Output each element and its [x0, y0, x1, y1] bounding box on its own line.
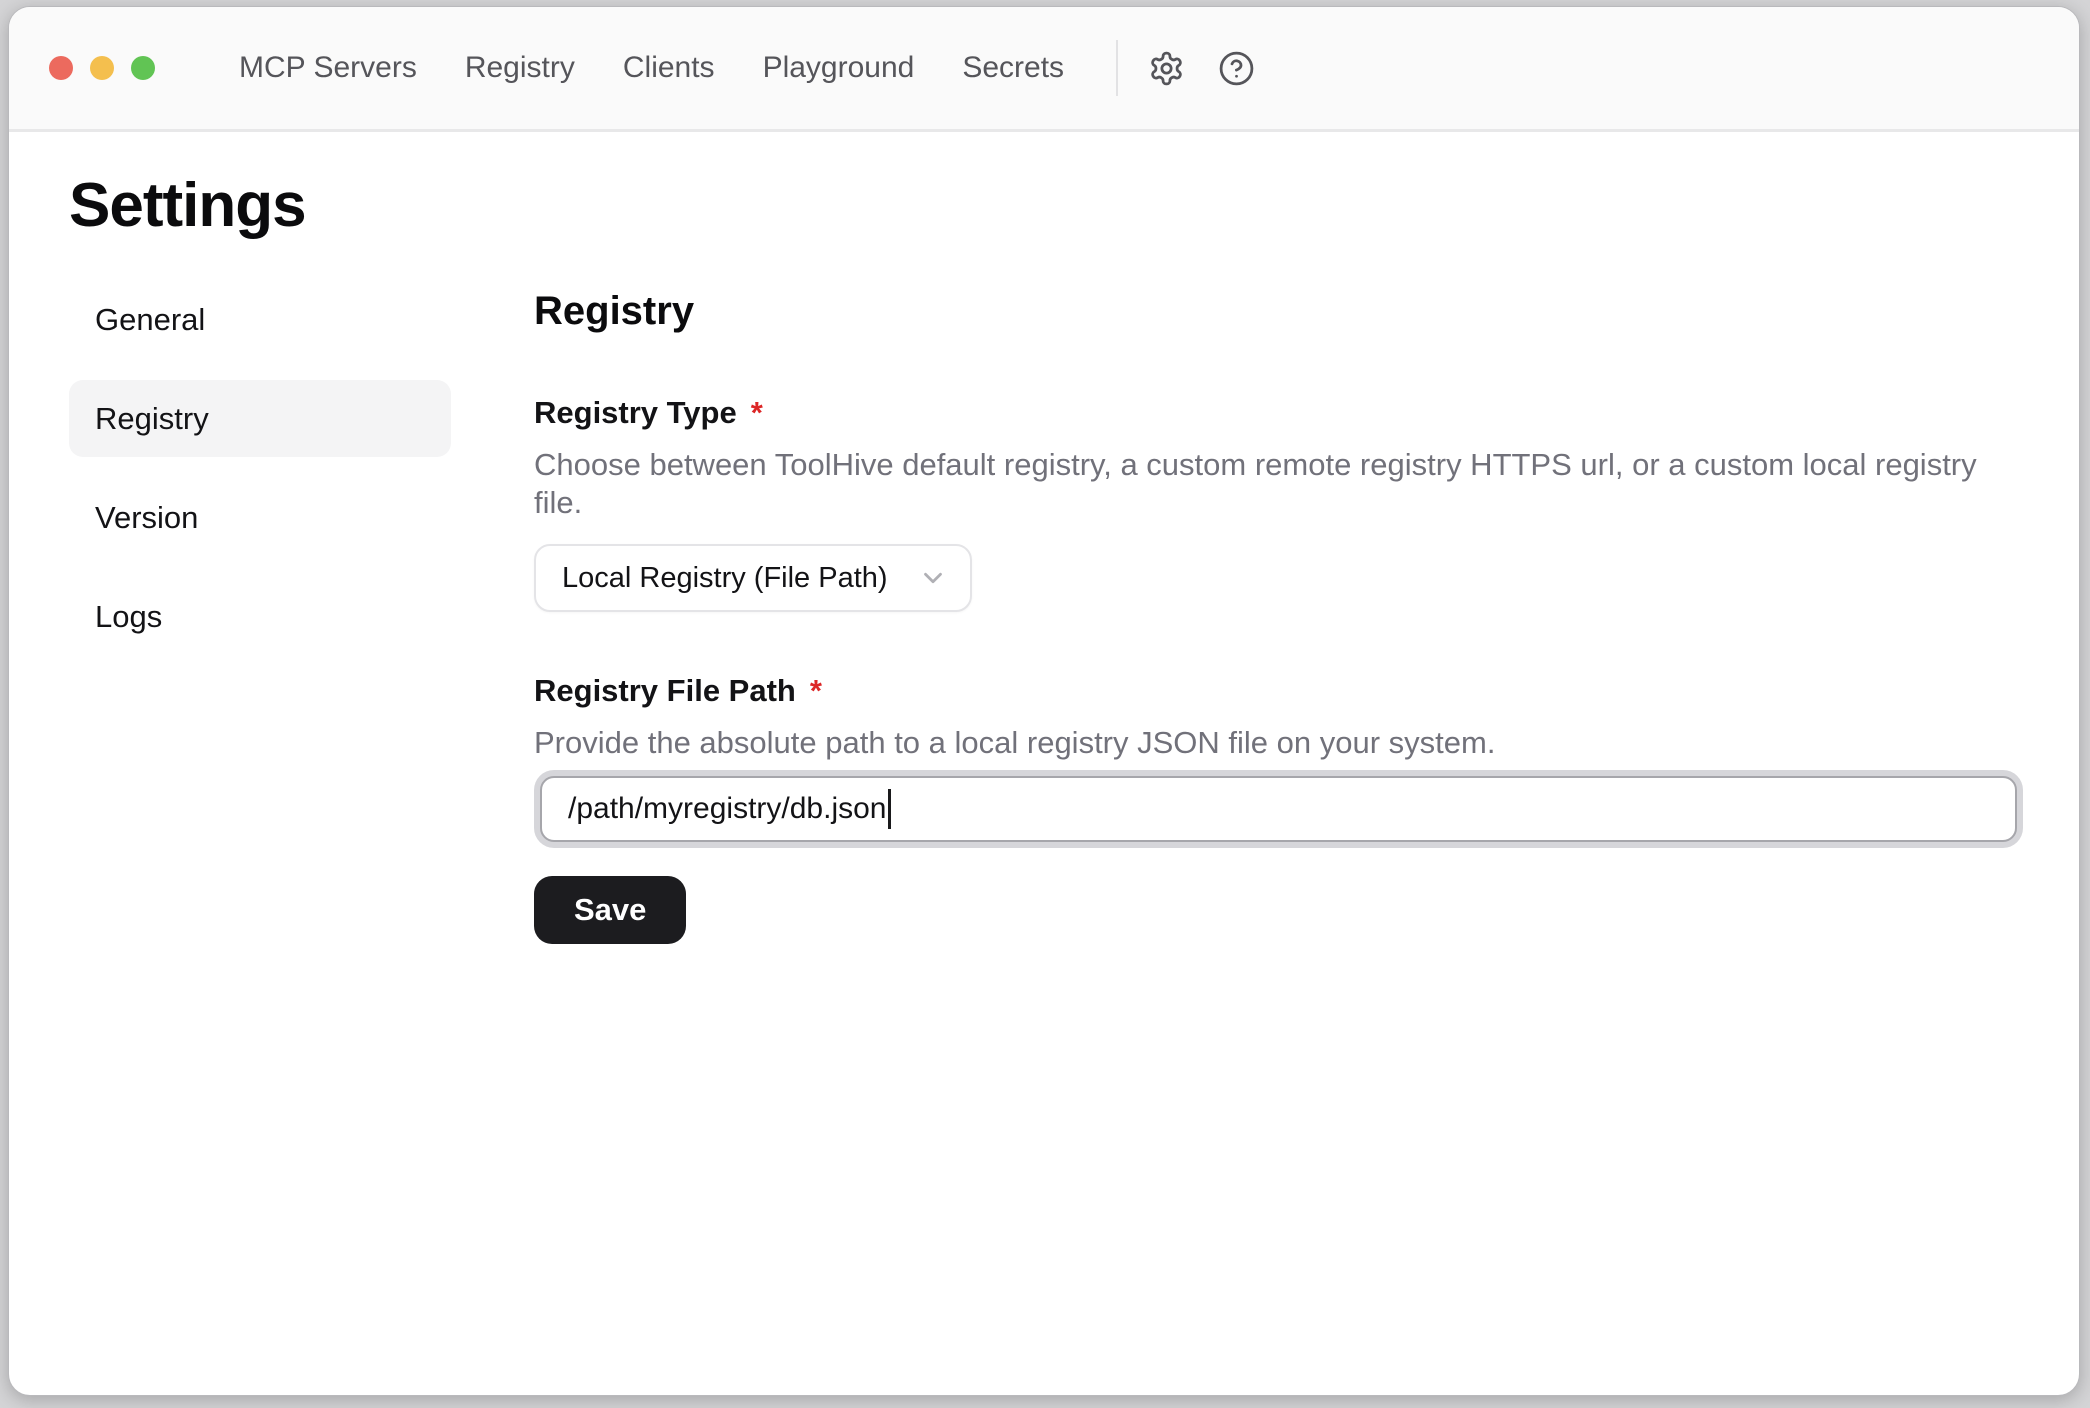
registry-type-select[interactable]: Local Registry (File Path) [534, 544, 972, 612]
nav-item-playground[interactable]: Playground [763, 51, 915, 85]
nav-item-secrets[interactable]: Secrets [962, 51, 1064, 85]
nav-item-clients[interactable]: Clients [623, 51, 715, 85]
top-nav: MCP Servers Registry Clients Playground … [239, 51, 1064, 85]
sidebar-item-general[interactable]: General [69, 281, 451, 358]
save-button[interactable]: Save [534, 876, 686, 944]
close-button[interactable] [49, 56, 73, 80]
registry-settings-panel: Registry Registry Type * Choose between … [534, 281, 2023, 944]
help-button[interactable] [1214, 46, 1258, 90]
nav-item-mcp-servers[interactable]: MCP Servers [239, 51, 417, 85]
sidebar-item-version[interactable]: Version [69, 479, 451, 556]
registry-type-select-value: Local Registry (File Path) [562, 562, 888, 595]
registry-file-path-label: Registry File Path * [534, 672, 2023, 710]
app-window: MCP Servers Registry Clients Playground … [8, 6, 2080, 1396]
required-asterisk: * [751, 394, 763, 432]
chevron-down-icon [918, 563, 948, 593]
titlebar: MCP Servers Registry Clients Playground … [9, 7, 2079, 132]
settings-sidebar: General Registry Version Logs [69, 281, 451, 655]
sidebar-item-registry[interactable]: Registry [69, 380, 451, 457]
text-cursor [888, 789, 891, 829]
registry-type-label: Registry Type * [534, 394, 2023, 432]
sidebar-item-logs[interactable]: Logs [69, 578, 451, 655]
settings-button[interactable] [1144, 46, 1188, 90]
section-title: Registry [534, 289, 2023, 334]
titlebar-divider [1116, 40, 1118, 96]
gear-icon [1148, 50, 1185, 87]
traffic-lights [49, 56, 155, 80]
registry-file-path-input[interactable]: /path/myregistry/db.json [540, 776, 2017, 842]
nav-item-registry[interactable]: Registry [465, 51, 575, 85]
registry-file-path-label-text: Registry File Path [534, 672, 796, 710]
registry-type-label-text: Registry Type [534, 394, 737, 432]
minimize-button[interactable] [90, 56, 114, 80]
registry-type-description: Choose between ToolHive default registry… [534, 446, 2023, 522]
registry-file-path-description: Provide the absolute path to a local reg… [534, 724, 2023, 762]
page-title: Settings [69, 170, 2079, 241]
required-asterisk: * [810, 672, 822, 710]
settings-page: Settings General Registry Version Logs R… [9, 132, 2079, 1395]
help-circle-icon [1218, 50, 1255, 87]
registry-file-path-value: /path/myregistry/db.json [568, 792, 886, 826]
zoom-button[interactable] [131, 56, 155, 80]
